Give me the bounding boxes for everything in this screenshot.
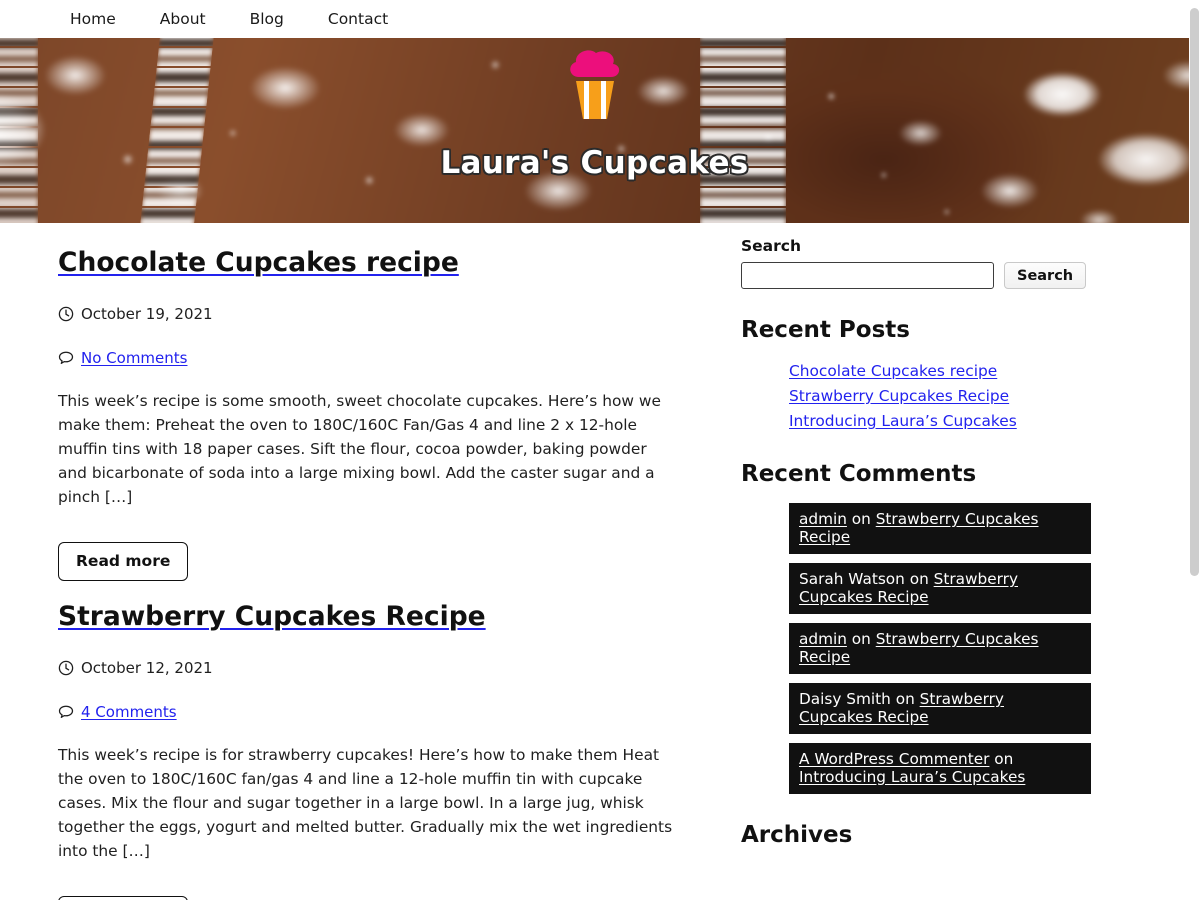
archives-title: Archives bbox=[741, 822, 853, 848]
site-header-banner: Laura's Cupcakes bbox=[0, 38, 1189, 223]
post-article: Chocolate Cupcakes recipe October 19, 20… bbox=[58, 237, 684, 582]
recent-comment-item: Sarah Watson on Strawberry Cupcakes Reci… bbox=[789, 563, 1091, 614]
comment-connector: on bbox=[846, 510, 876, 528]
archives-widget: Archives bbox=[741, 822, 1149, 848]
cupcake-icon bbox=[559, 47, 631, 129]
comment-connector: on bbox=[846, 630, 876, 648]
recent-comment-item: admin on Strawberry Cupcakes Recipe bbox=[789, 623, 1091, 674]
post-comments-link[interactable]: No Comments bbox=[81, 349, 187, 367]
comment-author: Daisy Smith bbox=[799, 690, 891, 708]
read-more-button[interactable]: Read more bbox=[58, 896, 189, 900]
main-content: Chocolate Cupcakes recipe October 19, 20… bbox=[0, 237, 692, 900]
page-scrollbar[interactable] bbox=[1189, 0, 1200, 900]
post-article: Strawberry Cupcakes Recipe October 12, 2… bbox=[58, 591, 684, 900]
nav-item-home[interactable]: Home bbox=[48, 0, 138, 38]
comment-author[interactable]: admin bbox=[799, 630, 847, 648]
site-title: Laura's Cupcakes bbox=[440, 145, 749, 181]
comment-bubble-icon bbox=[58, 350, 74, 366]
post-title: Strawberry Cupcakes Recipe bbox=[58, 601, 486, 633]
clock-icon bbox=[58, 660, 74, 676]
post-date: October 12, 2021 bbox=[58, 659, 684, 677]
post-excerpt: This week’s recipe is for strawberry cup… bbox=[58, 745, 673, 860]
comment-bubble-icon bbox=[58, 704, 74, 720]
list-item: Strawberry Cupcakes Recipe bbox=[789, 384, 1149, 408]
sidebar: Search Search Recent Posts Chocolate Cup… bbox=[692, 237, 1189, 900]
post-comments: No Comments bbox=[58, 349, 684, 367]
post-date: October 19, 2021 bbox=[58, 305, 684, 323]
list-item: Chocolate Cupcakes recipe bbox=[789, 359, 1149, 383]
post-date-text: October 12, 2021 bbox=[81, 658, 213, 677]
search-widget: Search Search bbox=[741, 237, 1149, 289]
search-button[interactable]: Search bbox=[1004, 262, 1087, 289]
recent-post-link[interactable]: Chocolate Cupcakes recipe bbox=[789, 362, 997, 380]
search-input[interactable] bbox=[741, 262, 994, 289]
recent-posts-widget: Recent Posts Chocolate Cupcakes recipe S… bbox=[741, 317, 1149, 433]
post-title-link[interactable]: Chocolate Cupcakes recipe bbox=[58, 247, 459, 278]
comment-post-link[interactable]: Introducing Laura’s Cupcakes bbox=[799, 768, 1025, 786]
primary-navigation: Home About Blog Contact bbox=[0, 0, 1200, 38]
read-more-button[interactable]: Read more bbox=[58, 542, 189, 582]
comment-author[interactable]: admin bbox=[799, 510, 847, 528]
post-date-text: October 19, 2021 bbox=[81, 304, 213, 323]
recent-posts-title: Recent Posts bbox=[741, 317, 910, 343]
comment-connector: on bbox=[890, 690, 920, 708]
clock-icon bbox=[58, 306, 74, 322]
post-title-link[interactable]: Strawberry Cupcakes Recipe bbox=[58, 601, 486, 632]
recent-comments-widget: Recent Comments admin on Strawberry Cupc… bbox=[741, 461, 1149, 794]
nav-item-contact[interactable]: Contact bbox=[306, 0, 410, 38]
scrollbar-thumb[interactable] bbox=[1190, 8, 1199, 576]
list-item: Introducing Laura’s Cupcakes bbox=[789, 409, 1149, 433]
recent-post-link[interactable]: Strawberry Cupcakes Recipe bbox=[789, 387, 1009, 405]
post-excerpt: This week’s recipe is some smooth, sweet… bbox=[58, 391, 661, 506]
comment-author[interactable]: A WordPress Commenter bbox=[799, 750, 989, 768]
nav-item-about[interactable]: About bbox=[138, 0, 228, 38]
nav-item-blog[interactable]: Blog bbox=[228, 0, 306, 38]
recent-comments-title: Recent Comments bbox=[741, 461, 977, 487]
search-label: Search bbox=[741, 237, 802, 255]
post-comments-link[interactable]: 4 Comments bbox=[81, 703, 177, 721]
comment-connector: on bbox=[989, 750, 1014, 768]
recent-comment-item: admin on Strawberry Cupcakes Recipe bbox=[789, 503, 1091, 554]
post-title: Chocolate Cupcakes recipe bbox=[58, 247, 459, 279]
post-comments: 4 Comments bbox=[58, 703, 684, 721]
comment-connector: on bbox=[904, 570, 934, 588]
recent-comment-item: A WordPress Commenter on Introducing Lau… bbox=[789, 743, 1091, 794]
comment-author: Sarah Watson bbox=[799, 570, 905, 588]
recent-post-link[interactable]: Introducing Laura’s Cupcakes bbox=[789, 412, 1017, 430]
recent-comment-item: Daisy Smith on Strawberry Cupcakes Recip… bbox=[789, 683, 1091, 734]
